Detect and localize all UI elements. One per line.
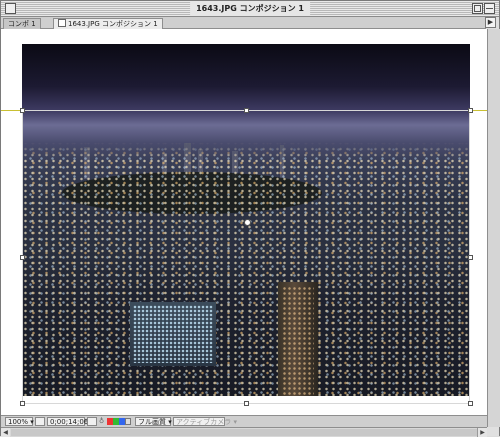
layer-handle-tm[interactable]: [244, 108, 249, 113]
safe-zones-icon[interactable]: [35, 417, 45, 426]
composition-window: 1643.JPG コンポジション 1 コンポ 1 1643.JPG コンポジショ…: [0, 0, 500, 437]
composition-tabs: コンポ 1 1643.JPG コンポジション 1: [1, 17, 486, 29]
zoom-menu[interactable]: 100% ▾: [5, 417, 34, 426]
foreground-tower: [278, 282, 318, 396]
close-box[interactable]: [5, 3, 16, 14]
panel-menu-button[interactable]: ▶: [485, 17, 496, 28]
scroll-track[interactable]: [11, 429, 477, 436]
anchor-point-handle[interactable]: [244, 219, 251, 226]
layer-handle-bl[interactable]: [20, 401, 25, 406]
window-title: 1643.JPG コンポジション 1: [190, 1, 310, 16]
resize-grip[interactable]: [487, 427, 499, 436]
timecode-display[interactable]: 0;00;14;06: [47, 417, 88, 426]
camera-icon[interactable]: [87, 417, 97, 426]
layer-handle-mr[interactable]: [468, 255, 473, 260]
office-building: [130, 302, 216, 366]
layer-handle-bm[interactable]: [244, 401, 249, 406]
layer-handle-br[interactable]: [468, 401, 473, 406]
composition-status-bar: 100% ▾ 0;00;14;06 ♁ フル画質 ▾ アクティブカメラ ▾: [1, 415, 487, 427]
title-bar[interactable]: 1643.JPG コンポジション 1: [1, 1, 499, 17]
layer-handle-tr[interactable]: [468, 108, 473, 113]
alpha-channel-swatch[interactable]: [125, 418, 131, 425]
composition-icon: [58, 19, 66, 27]
composition-canvas[interactable]: [1, 29, 488, 415]
tab-1643-composition-1[interactable]: 1643.JPG コンポジション 1: [53, 18, 163, 29]
view-menu[interactable]: アクティブカメラ ▾: [173, 417, 237, 426]
layer-handle-tl[interactable]: [20, 108, 25, 113]
tab-comp-1[interactable]: コンポ 1: [3, 18, 41, 29]
color-channel-icon[interactable]: ♁: [99, 417, 104, 426]
layer-handle-ml[interactable]: [20, 255, 25, 260]
zoom-box[interactable]: [472, 3, 483, 14]
collapse-box[interactable]: [484, 3, 495, 14]
vertical-scrollbar[interactable]: [487, 29, 500, 427]
resolution-menu[interactable]: フル画質 ▾: [135, 417, 172, 426]
